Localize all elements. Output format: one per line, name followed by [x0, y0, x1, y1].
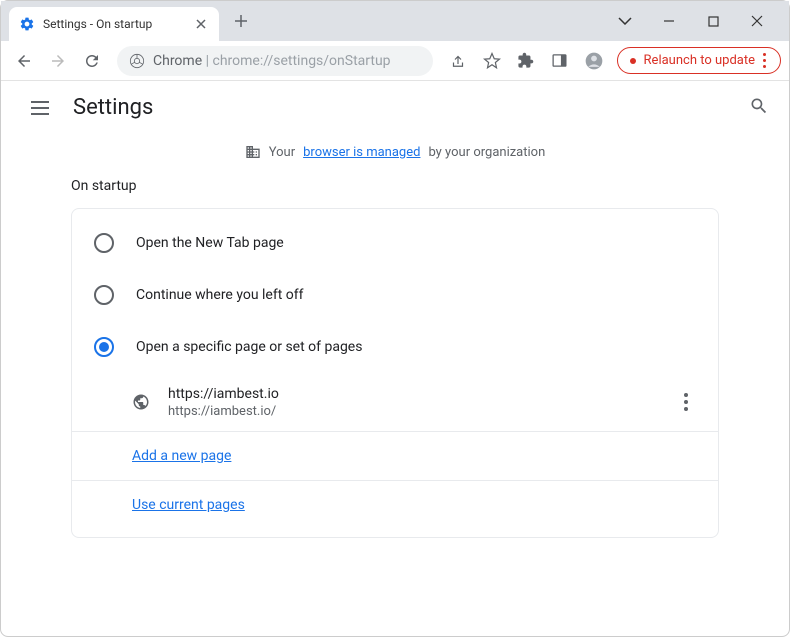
forward-button[interactable]: [43, 46, 73, 76]
section-title: On startup: [1, 178, 789, 208]
toolbar: Chrome | chrome://settings/onStartup Rel…: [1, 41, 789, 81]
radio-icon: [94, 285, 114, 305]
window-controls: [613, 15, 789, 27]
address-bar[interactable]: Chrome | chrome://settings/onStartup: [117, 46, 433, 76]
bookmark-icon[interactable]: [477, 46, 507, 76]
page-entry-title: https://iambest.io: [168, 386, 676, 402]
back-button[interactable]: [9, 46, 39, 76]
page-title: Settings: [73, 95, 153, 120]
startup-card: Open the New Tab page Continue where you…: [71, 208, 719, 538]
close-window-button[interactable]: [745, 15, 769, 27]
chrome-icon: [129, 53, 145, 69]
close-tab-button[interactable]: [193, 16, 209, 32]
gear-icon: [19, 16, 35, 32]
chevron-down-icon[interactable]: [613, 17, 637, 25]
radio-icon-selected: [94, 337, 114, 357]
share-icon[interactable]: [443, 46, 473, 76]
radio-label: Open the New Tab page: [136, 235, 284, 251]
building-icon: [245, 144, 261, 160]
menu-button[interactable]: [31, 101, 49, 115]
radio-icon: [94, 233, 114, 253]
tab-title: Settings - On startup: [43, 17, 193, 31]
titlebar: Settings - On startup: [1, 1, 789, 41]
startup-page-entry: https://iambest.io https://iambest.io/: [72, 373, 718, 431]
radio-label: Continue where you left off: [136, 287, 304, 303]
managed-notice: Your browser is managed by your organiza…: [1, 134, 789, 178]
update-dot-icon: [630, 58, 636, 64]
globe-icon: [132, 393, 150, 411]
settings-header: Settings: [1, 81, 789, 134]
radio-specific-pages[interactable]: Open a specific page or set of pages: [72, 321, 718, 373]
radio-new-tab[interactable]: Open the New Tab page: [72, 217, 718, 269]
reload-button[interactable]: [77, 46, 107, 76]
omnibox-domain: Chrome: [153, 53, 202, 69]
profile-icon[interactable]: [579, 46, 609, 76]
managed-suffix: by your organization: [428, 145, 545, 160]
page-more-button[interactable]: [676, 385, 696, 419]
new-tab-button[interactable]: [227, 7, 255, 35]
managed-prefix: Your: [269, 145, 295, 160]
page-content: Settings Your browser is managed by your…: [1, 81, 789, 538]
relaunch-button[interactable]: Relaunch to update: [617, 47, 781, 74]
page-entry-url: https://iambest.io/: [168, 404, 676, 419]
radio-continue[interactable]: Continue where you left off: [72, 269, 718, 321]
browser-tab[interactable]: Settings - On startup: [9, 7, 219, 41]
omnibox-path: |: [202, 53, 212, 69]
omnibox-url: chrome://settings/onStartup: [213, 53, 391, 69]
managed-link[interactable]: browser is managed: [303, 145, 420, 160]
radio-label: Open a specific page or set of pages: [136, 339, 362, 355]
relaunch-label: Relaunch to update: [644, 53, 755, 68]
menu-dots-icon: [763, 53, 766, 68]
minimize-button[interactable]: [657, 15, 681, 27]
maximize-button[interactable]: [701, 16, 725, 27]
use-current-link[interactable]: Use current pages: [132, 497, 245, 513]
sidepanel-icon[interactable]: [545, 46, 575, 76]
search-button[interactable]: [749, 96, 769, 120]
page-text: https://iambest.io https://iambest.io/: [168, 386, 676, 419]
add-page-row: Add a new page: [72, 431, 718, 480]
add-page-link[interactable]: Add a new page: [132, 448, 231, 464]
extensions-icon[interactable]: [511, 46, 541, 76]
use-current-row: Use current pages: [72, 480, 718, 529]
